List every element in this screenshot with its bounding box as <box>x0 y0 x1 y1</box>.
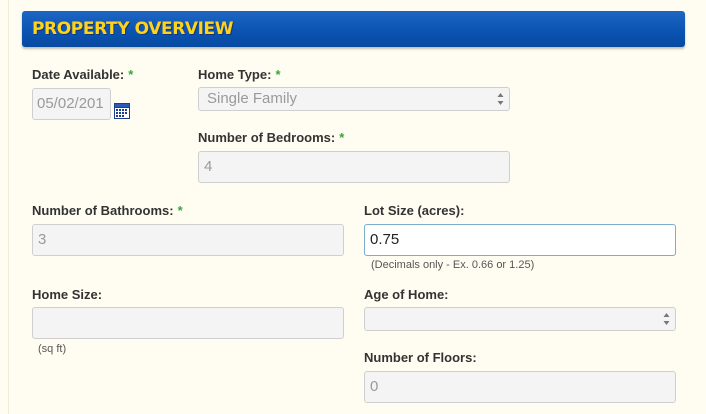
select-arrows-icon <box>663 312 670 326</box>
required-marker: * <box>128 67 134 82</box>
home-type-label: Home Type: * <box>198 67 281 82</box>
property-overview-form: PROPERTY OVERVIEW Date Available: * 05/02… <box>0 0 706 414</box>
home-size-hint: (sq ft) <box>38 343 67 355</box>
required-marker: * <box>275 67 281 82</box>
section-title: PROPERTY OVERVIEW <box>32 19 234 39</box>
bedrooms-input[interactable]: 4 <box>198 151 510 183</box>
select-arrows-icon <box>497 92 504 106</box>
date-available-label-text: Date Available: <box>32 67 125 82</box>
bathrooms-input[interactable]: 3 <box>32 224 344 256</box>
home-size-input[interactable] <box>32 307 344 339</box>
date-available-input[interactable]: 05/02/201 <box>32 88 111 120</box>
age-of-home-label: Age of Home: <box>364 287 449 302</box>
required-marker: * <box>177 203 183 218</box>
left-border <box>8 0 9 414</box>
home-size-label: Home Size: <box>32 287 103 302</box>
lot-size-input[interactable]: 0.75 <box>364 224 676 256</box>
bedrooms-label-text: Number of Bedrooms: <box>198 130 336 145</box>
floors-label: Number of Floors: <box>364 350 477 365</box>
bathrooms-label: Number of Bathrooms: * <box>32 203 183 218</box>
floors-input[interactable]: 0 <box>364 371 676 403</box>
bedrooms-label: Number of Bedrooms: * <box>198 130 344 145</box>
required-marker: * <box>339 130 345 145</box>
home-type-select[interactable]: Single Family <box>198 87 510 111</box>
bathrooms-label-text: Number of Bathrooms: <box>32 203 174 218</box>
home-type-label-text: Home Type: <box>198 67 272 82</box>
date-available-label: Date Available: * <box>32 67 133 82</box>
age-of-home-select[interactable] <box>364 307 676 331</box>
lot-size-label: Lot Size (acres): <box>364 203 465 218</box>
calendar-icon[interactable] <box>114 103 130 119</box>
home-type-value: Single Family <box>207 90 298 107</box>
lot-size-hint: (Decimals only - Ex. 0.66 or 1.25) <box>371 259 535 271</box>
section-header: PROPERTY OVERVIEW <box>22 11 685 47</box>
